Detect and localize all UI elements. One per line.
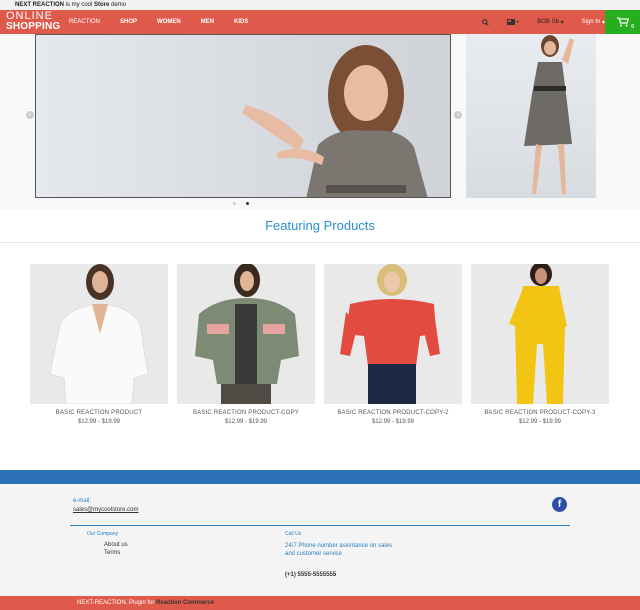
announcement-bold: Store [94, 2, 110, 8]
cart-count: 0 [631, 24, 634, 30]
product-card[interactable]: BASIC REACTION PRODUCT-COPY $12.99 - $19… [177, 264, 315, 425]
product-image[interactable] [30, 264, 168, 404]
nav-links: REACTION SHOP WOMEN MEN KIDS [69, 10, 268, 34]
product-3-illustration [324, 264, 462, 404]
about-link[interactable]: About us [104, 542, 128, 548]
product-price: $12.99 - $19.99 [518, 419, 562, 425]
featured-title: Featuring Products [265, 218, 375, 233]
footer: e-mail: sales@mycoolstore.com f Our Comp… [0, 484, 640, 596]
product-card[interactable]: BASIC REACTION PRODUCT-COPY-2 $12.99 - $… [324, 264, 462, 425]
company-heading: Our Company [87, 531, 119, 537]
hero-model-illustration [242, 45, 428, 197]
product-card[interactable]: BASIC REACTION PRODUCT-COPY-3 $12.99 - $… [471, 264, 609, 425]
top-announcement-bar: NEXT REACTION is my cool Store demo [0, 0, 640, 10]
facebook-icon[interactable]: f [552, 497, 567, 512]
product-name[interactable]: BASIC REACTION PRODUCT-COPY [177, 410, 315, 416]
bottom-text: NEXT-REACTION. Plugin for [77, 600, 157, 606]
product-image[interactable] [471, 264, 609, 404]
product-price: $12.99 - $19.99 [77, 419, 121, 425]
product-name[interactable]: BASIC REACTION PRODUCT-COPY-2 [324, 410, 462, 416]
section-divider [0, 242, 640, 243]
email-link[interactable]: sales@mycoolstore.com [73, 507, 138, 513]
email-label: e-mail: [73, 498, 92, 504]
logo-line-2: SHOPPING [6, 21, 61, 32]
callus-heading: Call Us [285, 531, 302, 537]
store-brand: NEXT REACTION [15, 2, 65, 8]
nav-kids[interactable]: KIDS [234, 19, 248, 25]
carousel-dot-2[interactable] [246, 202, 249, 205]
footer-accent-band [0, 470, 640, 484]
announcement-end: demo [109, 2, 127, 8]
hero-carousel: ‹ › [0, 34, 640, 210]
nav-shop[interactable]: SHOP [120, 19, 137, 25]
main-navbar: ONLINE SHOPPING REACTION SHOP WOMEN MEN … [0, 10, 640, 34]
search-icon[interactable] [482, 18, 489, 26]
currency-selector[interactable]: BOB Sb ▾ [537, 19, 563, 26]
hero-side-image[interactable] [466, 34, 596, 198]
carousel-next-arrow[interactable]: › [454, 111, 462, 119]
language-flag-icon[interactable] [507, 18, 520, 26]
cart-button[interactable]: 0 [605, 10, 640, 34]
callus-text: 24/7 Phone number asisntance on sales an… [285, 543, 393, 557]
signin-label: Sign In [581, 19, 601, 25]
chevron-down-icon: ▾ [560, 19, 564, 26]
phone-number: (+1) 5555-5555555 [285, 572, 337, 578]
product-name[interactable]: BASIC REACTION PRODUCT [30, 410, 168, 416]
signin-dropdown[interactable]: Sign In ▾ [582, 19, 605, 26]
side-model-illustration [524, 35, 574, 194]
currency-label: BOB Sb [537, 19, 559, 25]
product-image[interactable] [324, 264, 462, 404]
product-card[interactable]: BASIC REACTION PRODUCT $12.99 - $19.99 [30, 264, 168, 425]
product-4-illustration [471, 264, 609, 404]
terms-link[interactable]: Terms [104, 550, 120, 556]
product-name[interactable]: BASIC REACTION PRODUCT-COPY-3 [471, 410, 609, 416]
product-1-illustration [30, 264, 168, 404]
store-logo[interactable]: ONLINE SHOPPING [6, 11, 66, 32]
product-image[interactable] [177, 264, 315, 404]
nav-right: BOB Sb ▾ Sign In ▾ [464, 10, 605, 34]
product-price: $12.99 - $19.99 [371, 419, 415, 425]
cart-icon [616, 17, 629, 27]
announcement-text: is my cool [64, 2, 95, 8]
carousel-dot-1[interactable] [233, 202, 236, 205]
footer-divider [70, 525, 570, 526]
nav-men[interactable]: MEN [201, 19, 214, 25]
product-price: $12.99 - $19.99 [224, 419, 268, 425]
carousel-dots [233, 202, 259, 205]
carousel-prev-arrow[interactable]: ‹ [26, 111, 34, 119]
product-2-illustration [177, 264, 315, 404]
bottom-bar: NEXT-REACTION. Plugin for Reaction Comme… [0, 596, 640, 610]
nav-reaction[interactable]: REACTION [69, 19, 100, 25]
hero-banner-image[interactable] [35, 34, 451, 198]
reaction-commerce-link[interactable]: Reaction Commerce [156, 600, 214, 606]
nav-women[interactable]: WOMEN [157, 19, 181, 25]
